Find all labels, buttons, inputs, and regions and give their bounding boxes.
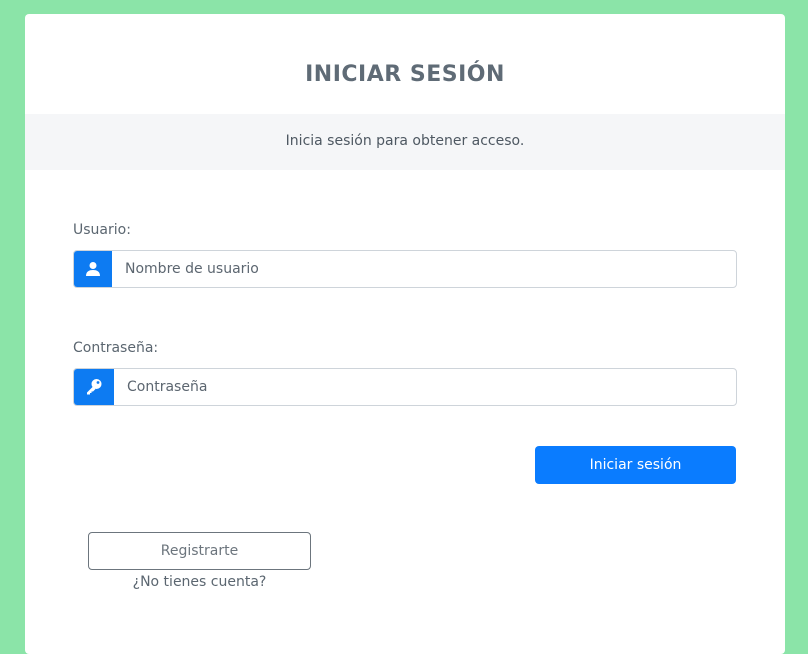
username-label: Usuario: (73, 222, 131, 238)
key-icon (74, 369, 114, 405)
subtitle-band: Inicia sesión para obtener acceso. (25, 114, 785, 170)
password-label: Contraseña: (73, 340, 159, 356)
username-input[interactable] (125, 251, 725, 287)
user-icon (74, 251, 112, 287)
username-input-group (73, 250, 737, 288)
login-button[interactable]: Iniciar sesión (535, 446, 736, 484)
page-title: INICIAR SESIÓN (305, 62, 505, 87)
register-button[interactable]: Registrarte (88, 532, 311, 570)
register-hint: ¿No tienes cuenta? (132, 574, 267, 590)
password-input[interactable] (127, 369, 727, 405)
password-input-group (73, 368, 737, 406)
subtitle: Inicia sesión para obtener acceso. (285, 133, 525, 149)
login-card: INICIAR SESIÓN Inicia sesión para obtene… (25, 14, 785, 654)
